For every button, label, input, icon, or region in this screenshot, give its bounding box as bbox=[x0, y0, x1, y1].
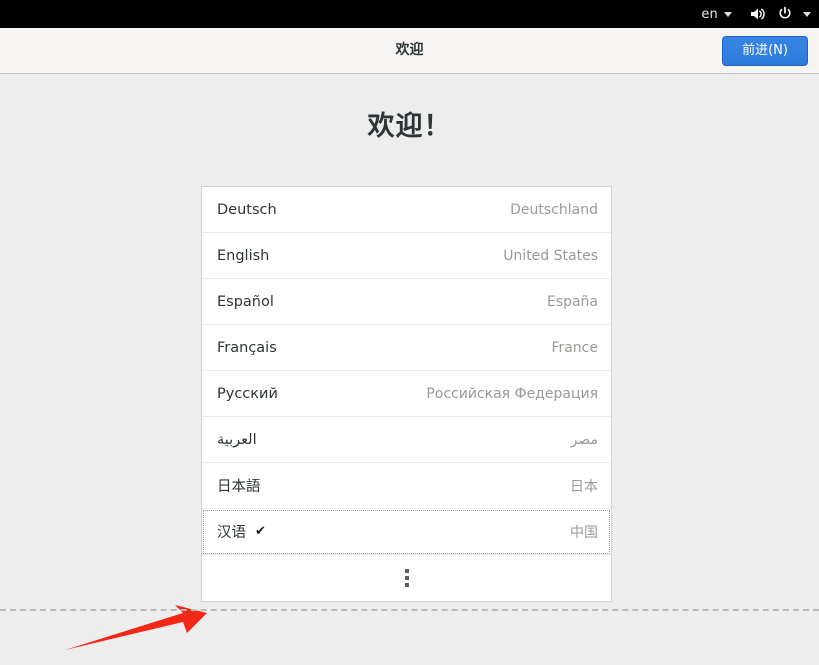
show-more-languages-row[interactable] bbox=[202, 555, 611, 601]
next-button[interactable]: 前进(N) bbox=[722, 36, 808, 66]
language-name-label: Español bbox=[217, 293, 274, 310]
language-row[interactable]: English United States bbox=[202, 233, 611, 279]
language-name-label: 日本語 bbox=[217, 479, 261, 495]
language-country-label: 日本 bbox=[570, 478, 598, 495]
bottom-divider bbox=[0, 609, 819, 611]
page-content: 欢迎！ Deutsch Deutschland English United Stat… bbox=[0, 75, 819, 650]
language-name-label: Русский bbox=[217, 385, 278, 402]
language-country-label: France bbox=[551, 339, 598, 356]
page-title: 欢迎！ bbox=[367, 111, 452, 142]
language-name: Français bbox=[217, 340, 277, 356]
language-row[interactable]: 汉语 ✔ 中国 bbox=[202, 509, 611, 555]
language-row[interactable]: Français France bbox=[202, 325, 611, 371]
arrow-shape bbox=[65, 605, 207, 650]
language-name: Español bbox=[217, 294, 274, 310]
check-icon: ✔ bbox=[255, 524, 266, 539]
chevron-down-icon bbox=[724, 11, 732, 17]
language-row[interactable]: 日本語 日本 bbox=[202, 463, 611, 509]
language-name: English bbox=[217, 248, 269, 264]
language-name-label: English bbox=[217, 247, 270, 264]
language-row[interactable]: Deutsch Deutschland bbox=[202, 187, 611, 233]
power-icon bbox=[773, 6, 797, 22]
language-country-label: United States bbox=[503, 247, 598, 264]
language-name: العربية bbox=[217, 432, 257, 448]
language-list: Deutsch Deutschland English United States Es… bbox=[201, 186, 612, 602]
language-name: 日本語 bbox=[217, 475, 261, 496]
vertical-ellipsis-icon bbox=[404, 569, 409, 587]
language-country-label: España bbox=[546, 293, 598, 310]
keyboard-layout-label: en bbox=[701, 6, 718, 22]
chevron-down-icon bbox=[803, 11, 811, 17]
window-header-bar: 欢迎 前进(N) bbox=[0, 28, 819, 74]
language-name-label: العربية bbox=[217, 431, 257, 448]
language-row[interactable]: العربية مصر bbox=[202, 417, 611, 463]
language-name: Русский bbox=[217, 386, 278, 402]
window-title: 欢迎 bbox=[395, 42, 424, 58]
language-name-label: Deutsch bbox=[217, 201, 277, 218]
language-country-label: مصر bbox=[570, 431, 598, 448]
speaker-icon bbox=[745, 6, 771, 22]
system-status-menu[interactable] bbox=[739, 6, 811, 22]
language-country-label: Deutschland bbox=[510, 201, 598, 218]
annotation-arrow bbox=[65, 605, 207, 650]
keyboard-layout-menu[interactable]: en bbox=[694, 0, 739, 28]
language-name-label: 汉语 bbox=[217, 525, 246, 541]
language-name: Deutsch bbox=[217, 202, 277, 218]
language-row[interactable]: Русский Российская Федерация bbox=[202, 371, 611, 417]
language-name-label: Français bbox=[217, 339, 277, 356]
language-country-label: Российская Федерация bbox=[426, 385, 598, 402]
system-top-bar: en bbox=[0, 0, 819, 28]
language-country-label: 中国 bbox=[570, 524, 598, 541]
language-name: 汉语 ✔ bbox=[217, 521, 266, 542]
language-row[interactable]: Español España bbox=[202, 279, 611, 325]
